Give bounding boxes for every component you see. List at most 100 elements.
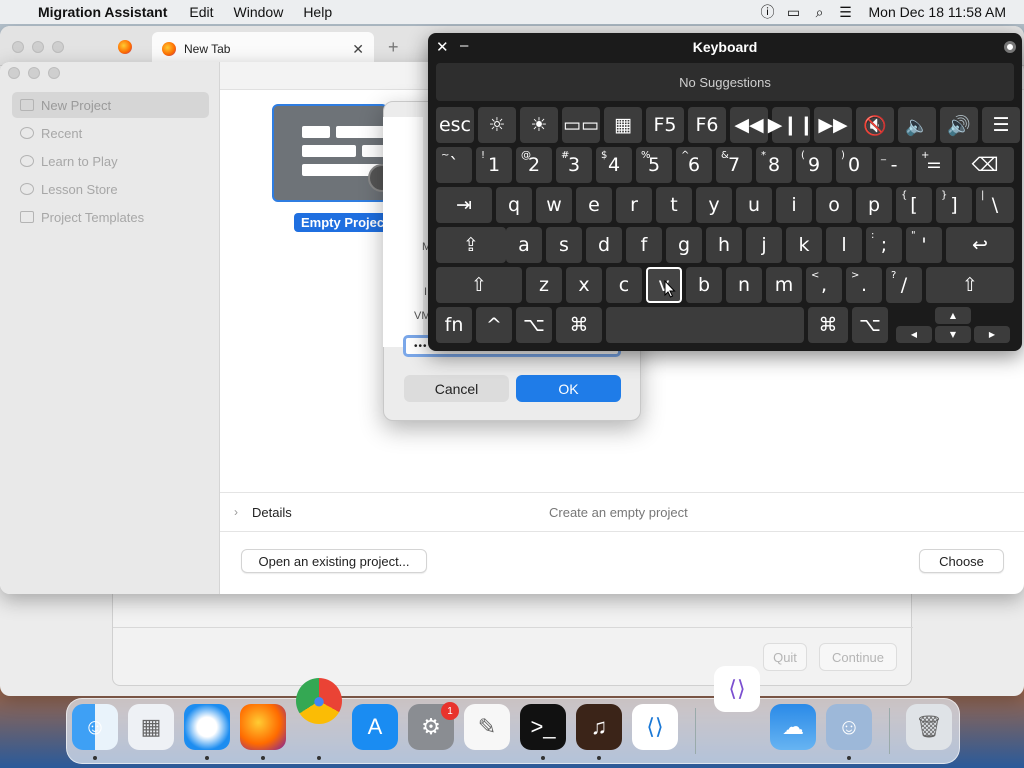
sidebar-item-project-templates[interactable]: Project Templates <box>12 204 209 230</box>
key-3[interactable]: #3 <box>556 147 592 183</box>
new-tab-button[interactable]: + <box>388 37 399 58</box>
key-arrow-down[interactable]: ▼ <box>935 326 971 343</box>
app-store-icon[interactable]: A <box>352 704 398 750</box>
key-w[interactable]: w <box>536 187 572 223</box>
launchpad-icon[interactable]: ▦ <box>128 704 174 750</box>
screen-mirroring-icon[interactable]: ▭ <box>781 4 807 21</box>
terminal-icon[interactable]: >_ <box>520 704 566 750</box>
key-c[interactable]: c <box>606 267 642 303</box>
key-x[interactable]: x <box>566 267 602 303</box>
menu-window[interactable]: Window <box>234 4 284 20</box>
key-option-right[interactable]: ⌥ <box>852 307 888 343</box>
key-play-pause[interactable]: ▶❙❙ <box>768 107 814 143</box>
key-][interactable]: }] <box>936 187 972 223</box>
key-o[interactable]: o <box>816 187 852 223</box>
continue-button[interactable]: Continue <box>819 643 897 671</box>
key-e[interactable]: e <box>576 187 612 223</box>
key-/[interactable]: ? / <box>886 267 922 303</box>
key-dictation[interactable]: ☰ <box>982 107 1020 143</box>
key-'[interactable]: " ' <box>906 227 942 263</box>
key-9[interactable]: (9 <box>796 147 832 183</box>
key-brightness-up[interactable]: ☀ <box>520 107 558 143</box>
key-b[interactable]: b <box>686 267 722 303</box>
migration-assistant-icon[interactable]: ☺ <box>826 704 872 750</box>
key-tab[interactable]: ⇥ <box>436 187 492 223</box>
key-4[interactable]: $4 <box>596 147 632 183</box>
key-q[interactable]: q <box>496 187 532 223</box>
key-8[interactable]: * 8 <box>756 147 792 183</box>
key-space[interactable] <box>606 307 804 343</box>
spotlight-search-icon[interactable]: ⌕ <box>807 4 833 21</box>
key-rewind[interactable]: ◀◀ <box>730 107 768 143</box>
key-option[interactable]: ⌥ <box>516 307 552 343</box>
quit-button[interactable]: Quit <box>763 643 807 671</box>
key-2[interactable]: @2 <box>516 147 552 183</box>
key-7[interactable]: & 7 <box>716 147 752 183</box>
sidebar-item-new-project[interactable]: New Project <box>12 92 209 118</box>
key-;[interactable]: :; <box>866 227 902 263</box>
key-a[interactable]: a <box>506 227 542 263</box>
key-delete[interactable]: ⌫ <box>956 147 1014 183</box>
sidebar-item-learn-to-play[interactable]: Learn to Play <box>12 148 209 174</box>
key-f6[interactable]: F6 <box>688 107 726 143</box>
tab-new-tab[interactable]: New Tab ✕ <box>152 32 374 66</box>
key-command[interactable]: ⌘ <box>556 307 602 343</box>
menubar-clock[interactable]: Mon Dec 18 11:58 AM <box>869 4 1006 20</box>
chrome-icon[interactable]: ● <box>296 678 342 724</box>
key-u[interactable]: u <box>736 187 772 223</box>
template-label[interactable]: Empty Project <box>294 213 388 232</box>
key-6[interactable]: ^ 6 <box>676 147 712 183</box>
key-g[interactable]: g <box>666 227 702 263</box>
chevron-right-icon[interactable]: › <box>234 505 252 519</box>
key-arrow-right[interactable]: ▶ <box>974 326 1010 343</box>
key-arrow-up[interactable]: ▲ <box>935 307 971 324</box>
key-r[interactable]: r <box>616 187 652 223</box>
key-.[interactable]: >. <box>846 267 882 303</box>
key-shift[interactable]: ⇧ <box>926 267 1014 303</box>
window-close-button[interactable] <box>8 67 20 79</box>
key-volume-down[interactable]: 🔈 <box>898 107 936 143</box>
options-icon[interactable] <box>1004 41 1016 53</box>
key--[interactable]: _ - <box>876 147 912 183</box>
key-z[interactable]: z <box>526 267 562 303</box>
window-zoom-button[interactable] <box>48 67 60 79</box>
key-arrow-left[interactable]: ◀ <box>896 326 932 343</box>
garageband-icon[interactable]: ♫ <box>576 704 622 750</box>
key-f5[interactable]: F5 <box>646 107 684 143</box>
open-existing-project-button[interactable]: Open an existing project... <box>241 549 427 573</box>
safari-icon[interactable]: ✦ <box>184 704 230 750</box>
key-control[interactable]: ^ <box>476 307 512 343</box>
dragged-visual-studio-icon[interactable]: ⟨⟩ <box>714 666 760 712</box>
trash-icon[interactable]: 🗑 <box>906 704 952 750</box>
key-mission-control[interactable]: ▭▭ <box>562 107 600 143</box>
sidebar-item-lesson-store[interactable]: Lesson Store <box>12 176 209 202</box>
key-shift[interactable]: ⇧ <box>436 267 522 303</box>
key-\[interactable]: | \ <box>976 187 1014 223</box>
key-h[interactable]: h <box>706 227 742 263</box>
firefox-icon[interactable] <box>240 704 286 750</box>
key-volume-up[interactable]: 🔊 <box>940 107 978 143</box>
key-5[interactable]: % 5 <box>636 147 672 183</box>
key-m[interactable]: m <box>766 267 802 303</box>
menu-help[interactable]: Help <box>303 4 332 20</box>
finder-icon[interactable]: ☺ <box>72 704 118 750</box>
key-k[interactable]: k <box>786 227 822 263</box>
key-l[interactable]: l <box>826 227 862 263</box>
key-d[interactable]: d <box>586 227 622 263</box>
key-y[interactable]: y <box>696 187 732 223</box>
key-return[interactable]: ↩ <box>946 227 1014 263</box>
key-i[interactable]: i <box>776 187 812 223</box>
key-brightness-down[interactable]: ☼ <box>478 107 516 143</box>
control-center-icon[interactable]: ☰ <box>833 4 859 21</box>
key-caps-lock[interactable]: ⇪ <box>436 227 506 263</box>
ok-button[interactable]: OK <box>516 375 621 402</box>
key-f[interactable]: f <box>626 227 662 263</box>
key-=[interactable]: + = <box>916 147 952 183</box>
key-s[interactable]: s <box>546 227 582 263</box>
template-empty-project[interactable] <box>272 104 388 202</box>
textedit-icon[interactable]: ✎ <box>464 704 510 750</box>
key-fast-forward[interactable]: ▶▶ <box>814 107 852 143</box>
window-zoom-button[interactable] <box>52 41 64 53</box>
choose-button[interactable]: Choose <box>919 549 1004 573</box>
key-n[interactable]: n <box>726 267 762 303</box>
